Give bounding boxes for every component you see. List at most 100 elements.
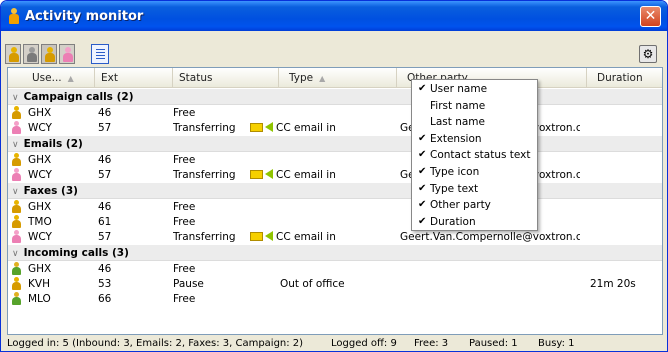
table-row[interactable]: GHX 46 Free — [8, 200, 662, 215]
group-header[interactable]: ∨ Faxes (3) — [8, 183, 662, 199]
checkmark-icon: ✔ — [418, 83, 427, 94]
cell-user: TMO — [28, 216, 52, 228]
column-type[interactable]: Type ▲ — [279, 68, 397, 88]
activity-monitor-window: Activity monitor ✕ ⚙ Use... ▲ Ext Status … — [0, 0, 668, 352]
table-row[interactable]: WCY57TransferringCC email inGeert.Van.Co… — [8, 230, 662, 245]
menu-item[interactable]: ✔ Extension — [412, 131, 537, 148]
gray-agent-icon — [27, 47, 37, 63]
group-header[interactable]: ∨ Incoming calls (3) — [8, 245, 662, 261]
cell-status: Free — [173, 216, 196, 228]
group-header[interactable]: ∨ Campaign calls (2) — [8, 89, 662, 105]
close-button[interactable]: ✕ — [640, 6, 661, 27]
settings-button[interactable]: ⚙ — [639, 45, 657, 63]
checkmark-icon: ✔ — [418, 132, 427, 144]
cell-ext: 66 — [98, 293, 112, 305]
cell-user: MLO — [28, 293, 51, 305]
menu-item[interactable]: ✔ User name — [412, 81, 537, 98]
checkmark-icon: ✔ — [418, 199, 427, 211]
checkmark-icon: ✔ — [418, 215, 427, 227]
cell-ext: 46 — [98, 107, 112, 119]
column-user[interactable]: Use... ▲ — [8, 68, 95, 88]
cell-user: GHX — [28, 107, 52, 119]
pink-agent-icon — [12, 121, 21, 135]
free-count: Free: 3 — [414, 338, 449, 349]
cell-status: Free — [173, 107, 196, 119]
chevron-down-icon: ∨ — [12, 187, 19, 197]
yellow-agent-icon — [12, 215, 21, 229]
window-title: Activity monitor — [25, 8, 144, 24]
agent-icon — [9, 8, 19, 24]
table-row[interactable]: WCY57TransferringCC email inGeert.Van.Co… — [8, 121, 662, 136]
yellow-agent-icon — [12, 106, 21, 120]
table-row[interactable]: GHX 46 Free — [8, 262, 662, 277]
checkmark-icon: ✔ — [418, 165, 427, 177]
cell-ext: 61 — [98, 216, 112, 228]
green-agent-icon — [12, 292, 21, 306]
toolbar: ⚙ — [5, 41, 663, 67]
cell-status: Free — [173, 293, 196, 305]
filter-yellow-agent-button[interactable] — [5, 44, 21, 64]
filter-active-agent-button[interactable] — [41, 44, 57, 64]
menu-item[interactable]: ✔ Other party — [412, 197, 537, 214]
busy-count: Busy: 1 — [538, 338, 575, 349]
transfer-arrow-icon — [265, 231, 273, 241]
table-row[interactable]: MLO 66 Free — [8, 292, 662, 307]
yellow-agent-icon — [12, 153, 21, 167]
cell-type — [250, 200, 400, 215]
table-row[interactable]: WCY57TransferringCC email inGeert.Van.Co… — [8, 168, 662, 183]
logged-off-count: Logged off: 9 — [331, 338, 397, 349]
table-row[interactable]: KVH 53 Pause Out of office 21m 20s — [8, 277, 662, 292]
table-row[interactable]: GHX 46 Free — [8, 153, 662, 168]
menu-item[interactable]: First name — [412, 98, 537, 115]
chevron-down-icon: ∨ — [12, 93, 19, 103]
column-status[interactable]: Status — [173, 68, 279, 88]
column-header-row: Use... ▲ Ext Status Type ▲ Other party Dur… — [8, 68, 662, 88]
transfer-arrow-icon — [265, 122, 273, 132]
cell-type: CC email in — [250, 121, 400, 136]
cell-user: KVH — [28, 278, 50, 290]
cell-type — [250, 153, 400, 168]
yellow-agent-icon — [12, 277, 21, 291]
cell-duration: 21m 20s — [590, 278, 636, 290]
cell-user: WCY — [28, 231, 52, 243]
table-row[interactable]: GHX 46 Free — [8, 106, 662, 121]
yellow-agent-icon — [9, 47, 19, 63]
cell-ext: 57 — [98, 122, 112, 134]
cell-ext: 57 — [98, 169, 112, 181]
pink-agent-icon — [12, 168, 21, 182]
cell-ext: 53 — [98, 278, 112, 290]
sort-up-icon: ▲ — [67, 74, 74, 83]
menu-item[interactable]: Last name — [412, 114, 537, 131]
column-duration[interactable]: Duration — [587, 68, 662, 88]
menu-item[interactable]: ✔ Duration — [412, 214, 537, 231]
cell-status: Free — [173, 263, 196, 275]
cell-user: WCY — [28, 169, 52, 181]
group-header[interactable]: ∨ Emails (2) — [8, 136, 662, 152]
cell-status: Free — [173, 201, 196, 213]
chevron-down-icon: ∨ — [12, 140, 19, 150]
menu-item[interactable]: ✔ Type text — [412, 181, 537, 198]
title-bar[interactable]: Activity monitor ✕ — [1, 1, 667, 31]
details-button[interactable] — [91, 44, 109, 64]
email-icon — [250, 232, 263, 241]
table-row[interactable]: TMO 61 Free — [8, 215, 662, 230]
cell-type — [250, 292, 400, 307]
cell-status: Free — [173, 154, 196, 166]
pink-agent-icon — [63, 47, 73, 63]
paused-count: Paused: 1 — [469, 338, 518, 349]
cell-user: GHX — [28, 154, 52, 166]
cell-type: Out of office — [280, 278, 345, 290]
column-ext[interactable]: Ext — [95, 68, 173, 88]
filter-pink-agent-button[interactable] — [59, 44, 75, 64]
cell-type: CC email in — [250, 230, 400, 245]
cell-status: Pause — [173, 278, 204, 290]
checkmark-icon: ✔ — [418, 149, 427, 161]
menu-item[interactable]: ✔ Type icon — [412, 164, 537, 181]
cell-type — [250, 262, 400, 277]
green-agent-icon — [12, 262, 21, 276]
menu-item[interactable]: ✔ Contact status text — [412, 147, 537, 164]
yellow-agent-icon — [45, 47, 55, 63]
cell-ext: 46 — [98, 263, 112, 275]
logged-in-count: Logged in: 5 (Inbound: 3, Emails: 2, Fax… — [7, 338, 304, 349]
filter-gray-agent-button[interactable] — [23, 44, 39, 64]
